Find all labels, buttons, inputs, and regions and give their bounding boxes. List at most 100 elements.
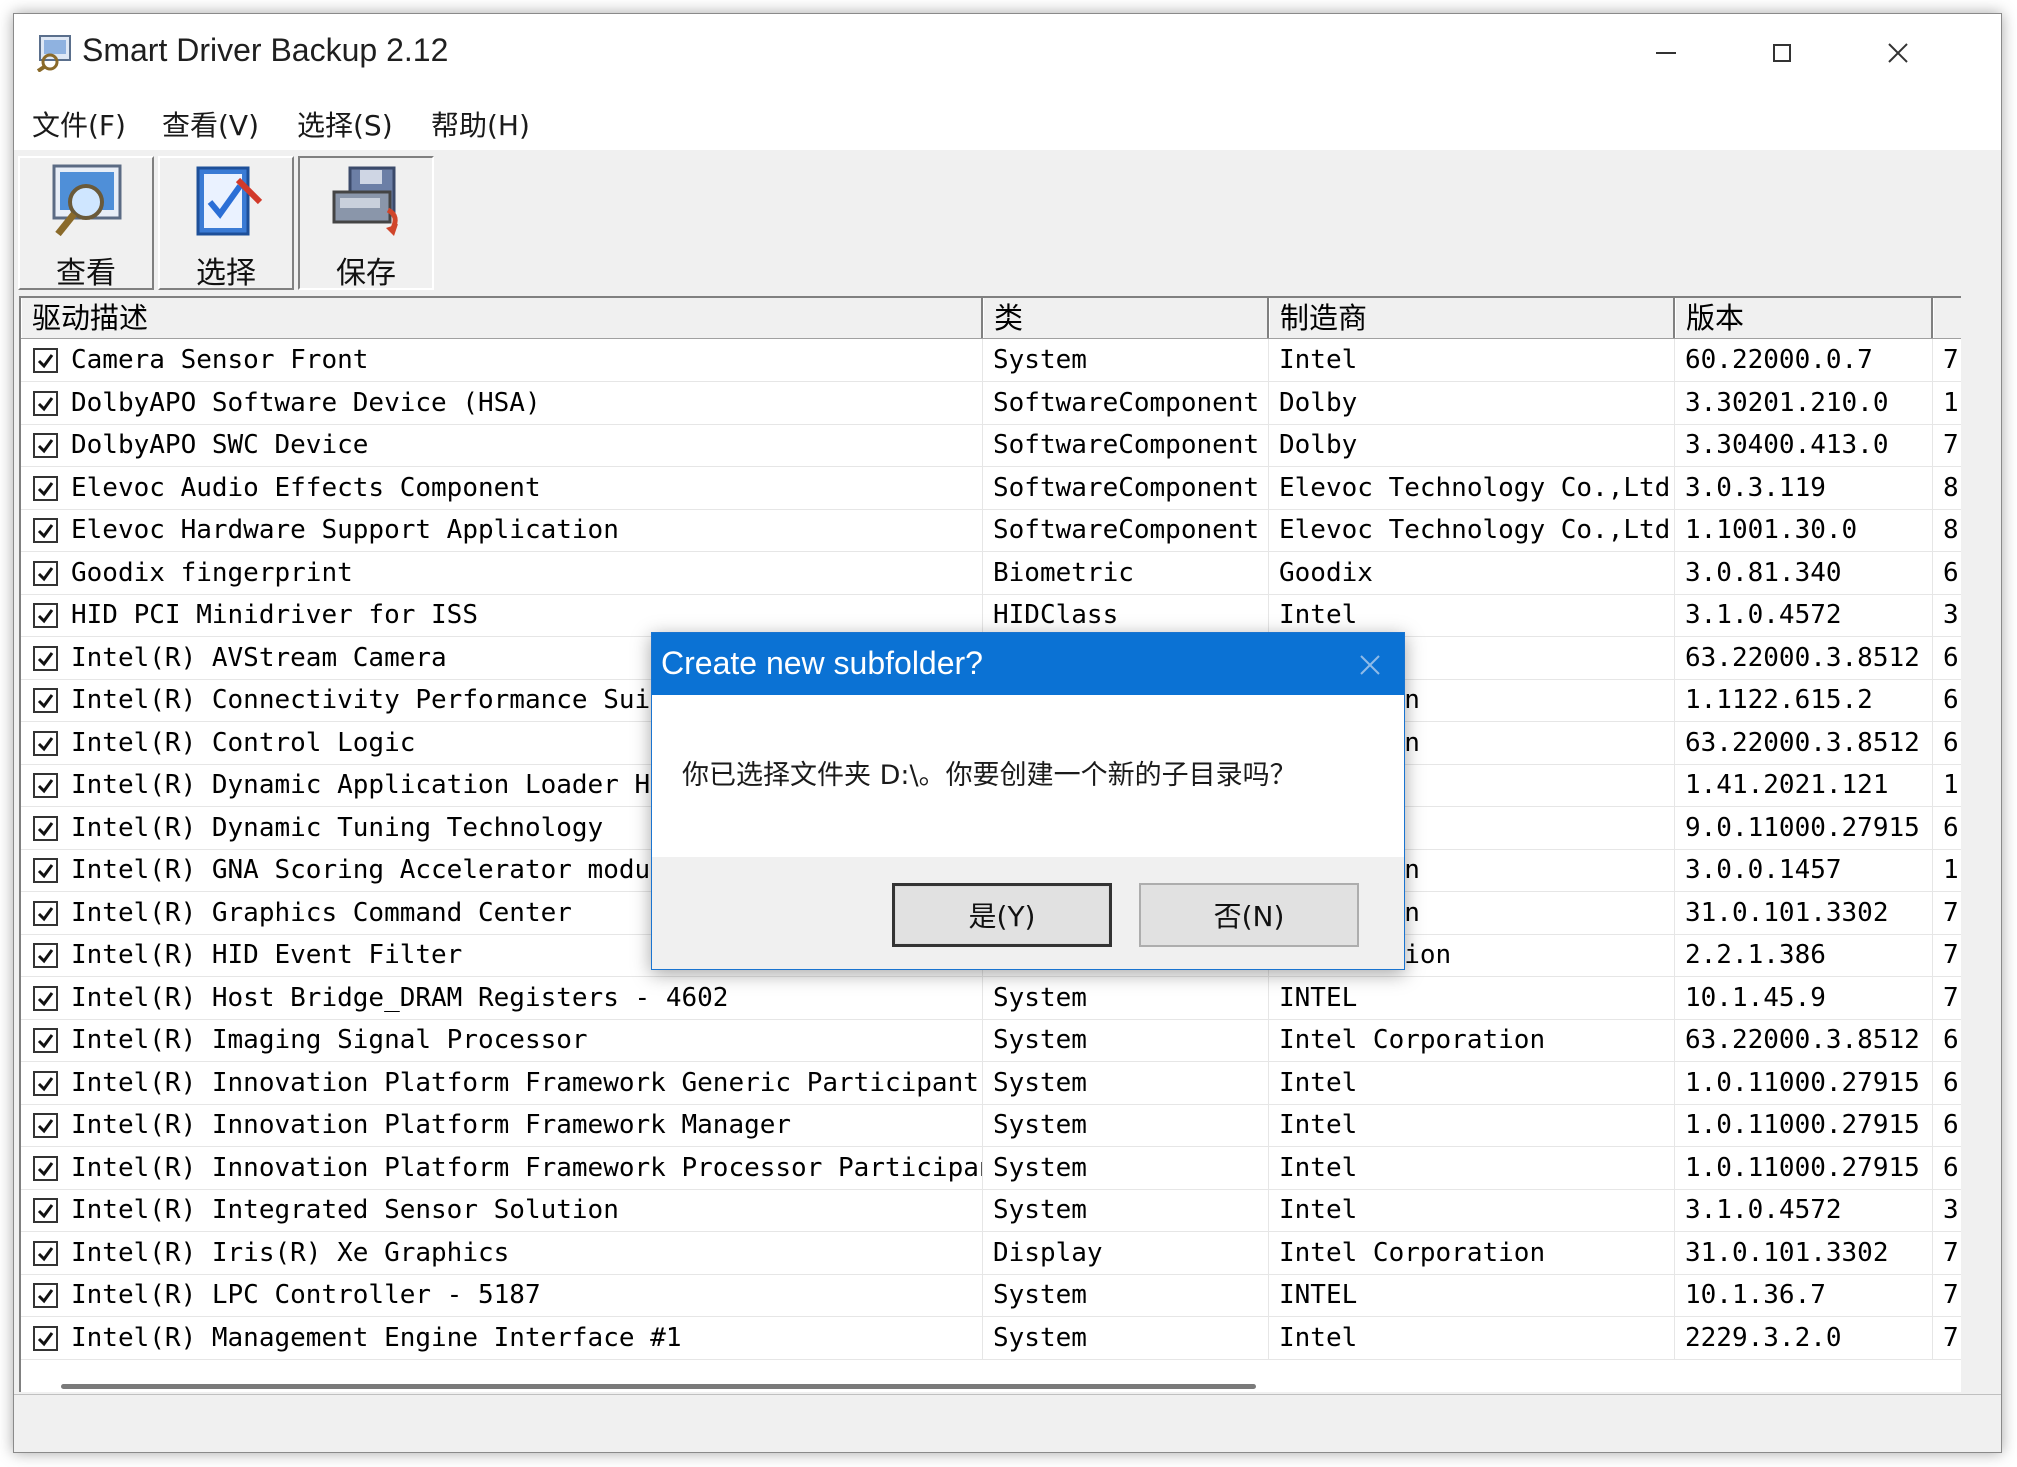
table-row[interactable]: Intel(R) Integrated Sensor Solution Syste… [21, 1189, 1961, 1232]
row-checkbox[interactable] [33, 815, 58, 841]
table-row[interactable]: Intel(R) Host Bridge_DRAM Registers - 46… [21, 976, 1961, 1020]
cell-description: Intel(R) LPC Controller - 5187 [21, 1274, 983, 1317]
cell-manufacturer: Intel [1269, 1189, 1675, 1232]
cell-manufacturer: Elevoc Technology Co.,Ltd [1269, 466, 1675, 510]
menu-help[interactable]: 帮助(H) [431, 104, 530, 144]
row-checkbox[interactable] [33, 688, 58, 713]
row-checkbox[interactable] [33, 390, 58, 416]
table-row[interactable]: Intel(R) Innovation Platform Framework G… [21, 1061, 1961, 1105]
row-checkbox[interactable] [33, 518, 58, 543]
cell-date-text: 1 [1943, 387, 1959, 418]
table-row[interactable]: Camera Sensor Front System Intel 60.22000.0… [21, 339, 1961, 382]
row-checkbox[interactable] [33, 773, 58, 798]
table-row[interactable]: DolbyAPO SWC Device SoftwareComponent Dolb… [21, 424, 1961, 467]
column-header-manufacturer[interactable]: 制造商 [1269, 298, 1675, 338]
cell-version-text: 3.0.0.1457 [1685, 855, 1842, 885]
row-checkbox[interactable] [33, 645, 58, 671]
row-checkbox[interactable] [33, 1283, 58, 1308]
row-checkbox[interactable] [33, 985, 58, 1011]
row-checkbox[interactable] [33, 1028, 58, 1053]
row-checkbox[interactable] [33, 433, 58, 458]
menu-view[interactable]: 查看(V) [162, 104, 259, 144]
table-row[interactable]: HID PCI Minidriver for ISS HIDClass Intel 3… [21, 594, 1961, 637]
dialog-close-button[interactable] [1352, 647, 1388, 683]
close-button[interactable] [1840, 14, 1956, 92]
view-button[interactable]: 查看 [18, 156, 154, 291]
cell-description: Intel(R) Innovation Platform Framework G… [21, 1061, 983, 1105]
row-checkbox[interactable] [33, 1113, 58, 1138]
table-row[interactable]: Intel(R) Innovation Platform Framework P… [21, 1146, 1961, 1190]
row-checkbox[interactable] [33, 858, 58, 883]
checkmark-icon [37, 609, 54, 624]
cell-date-text: 1 [1943, 855, 1959, 885]
column-header-version[interactable]: 版本 [1675, 298, 1933, 338]
minimize-button[interactable] [1608, 14, 1724, 92]
table-row[interactable]: Goodix fingerprint Biometric Goodix 3.0.81.… [21, 551, 1961, 595]
cell-date: 1 [1933, 382, 1961, 425]
cell-version: 63.22000.3.8512 [1675, 1019, 1933, 1062]
cell-date: 7 [1933, 892, 1961, 935]
row-checkbox[interactable] [33, 1240, 58, 1266]
cell-class-text: Display [993, 1237, 1103, 1268]
column-header-class[interactable]: 类 [983, 298, 1269, 338]
row-checkbox[interactable] [33, 1070, 58, 1096]
checkmark-icon [37, 779, 54, 794]
menu-file[interactable]: 文件(F) [32, 104, 126, 144]
cell-manufacturer-text: INTEL [1279, 982, 1358, 1013]
cell-date: 6 [1933, 807, 1961, 850]
row-checkbox[interactable] [33, 1155, 58, 1181]
cell-manufacturer: INTEL [1269, 976, 1675, 1020]
cell-class: System [983, 339, 1269, 382]
cell-description: Intel(R) Host Bridge_DRAM Registers - 46… [21, 976, 983, 1020]
cell-version-text: 3.0.3.119 [1685, 472, 1826, 503]
table-row[interactable]: Intel(R) Imaging Signal Processor System I… [21, 1019, 1961, 1062]
cell-description-text: Intel(R) Control Logic [71, 727, 416, 758]
cell-date: 6 [1933, 552, 1961, 595]
table-row[interactable]: DolbyAPO Software Device (HSA) SoftwareCo… [21, 381, 1961, 425]
cell-version: 1.0.11000.27915 [1675, 1146, 1933, 1190]
cell-date-text: 6 [1943, 1110, 1959, 1140]
menu-select[interactable]: 选择(S) [297, 104, 393, 144]
row-checkbox[interactable] [33, 1325, 58, 1351]
table-row[interactable]: Elevoc Audio Effects Component SoftwareCo… [21, 466, 1961, 510]
row-checkbox[interactable] [33, 348, 58, 373]
cell-date-text: 7 [1943, 940, 1959, 970]
horizontal-scrollbar-thumb[interactable] [61, 1384, 1256, 1389]
cell-class-text: System [993, 1067, 1087, 1098]
no-button[interactable]: 否(N) [1139, 883, 1359, 947]
cell-version-text: 60.22000.0.7 [1685, 345, 1873, 375]
table-row[interactable]: Elevoc Hardware Support Application Softw… [21, 509, 1961, 552]
dialog-title-bar[interactable]: Create new subfolder? [652, 633, 1404, 695]
table-row[interactable]: Intel(R) LPC Controller - 5187 System INTE… [21, 1274, 1961, 1317]
checkmark-icon [37, 566, 54, 581]
cell-version: 1.1122.615.2 [1675, 679, 1933, 722]
cell-manufacturer: Intel Corporation [1269, 1231, 1675, 1275]
row-checkbox[interactable] [33, 560, 58, 586]
select-button[interactable]: 选择 [158, 156, 294, 291]
row-checkbox[interactable] [33, 1198, 58, 1223]
cell-manufacturer-text: Dolby [1279, 430, 1358, 460]
cell-version: 3.30400.413.0 [1675, 424, 1933, 467]
cell-class-text: SoftwareComponent [993, 430, 1260, 460]
cell-date: 1 [1933, 764, 1961, 807]
column-header-date[interactable] [1933, 298, 1961, 338]
row-checkbox[interactable] [33, 730, 58, 756]
row-checkbox[interactable] [33, 900, 58, 926]
cell-description: HID PCI Minidriver for ISS [21, 594, 983, 637]
table-row[interactable]: Intel(R) Innovation Platform Framework M… [21, 1104, 1961, 1147]
save-button[interactable]: 保存 [298, 156, 434, 291]
title-bar[interactable]: Smart Driver Backup 2.12 [14, 14, 2001, 92]
table-row[interactable]: Intel(R) Management Engine Interface #1 S… [21, 1316, 1961, 1360]
cell-description-text: Intel(R) Innovation Platform Framework G… [71, 1067, 979, 1098]
cell-date: 6 [1933, 1104, 1961, 1147]
table-row[interactable]: Intel(R) Iris(R) Xe Graphics Display Intel… [21, 1231, 1961, 1275]
cell-date-text: 7 [1943, 345, 1959, 375]
yes-button[interactable]: 是(Y) [892, 883, 1112, 947]
column-header-description[interactable]: 驱动描述 [21, 298, 983, 338]
row-checkbox[interactable] [33, 603, 58, 628]
maximize-button[interactable] [1724, 14, 1840, 92]
checkmark-icon [37, 864, 54, 879]
cell-version-text: 63.22000.3.8512 [1685, 1025, 1920, 1055]
row-checkbox[interactable] [33, 475, 58, 501]
row-checkbox[interactable] [33, 943, 58, 968]
